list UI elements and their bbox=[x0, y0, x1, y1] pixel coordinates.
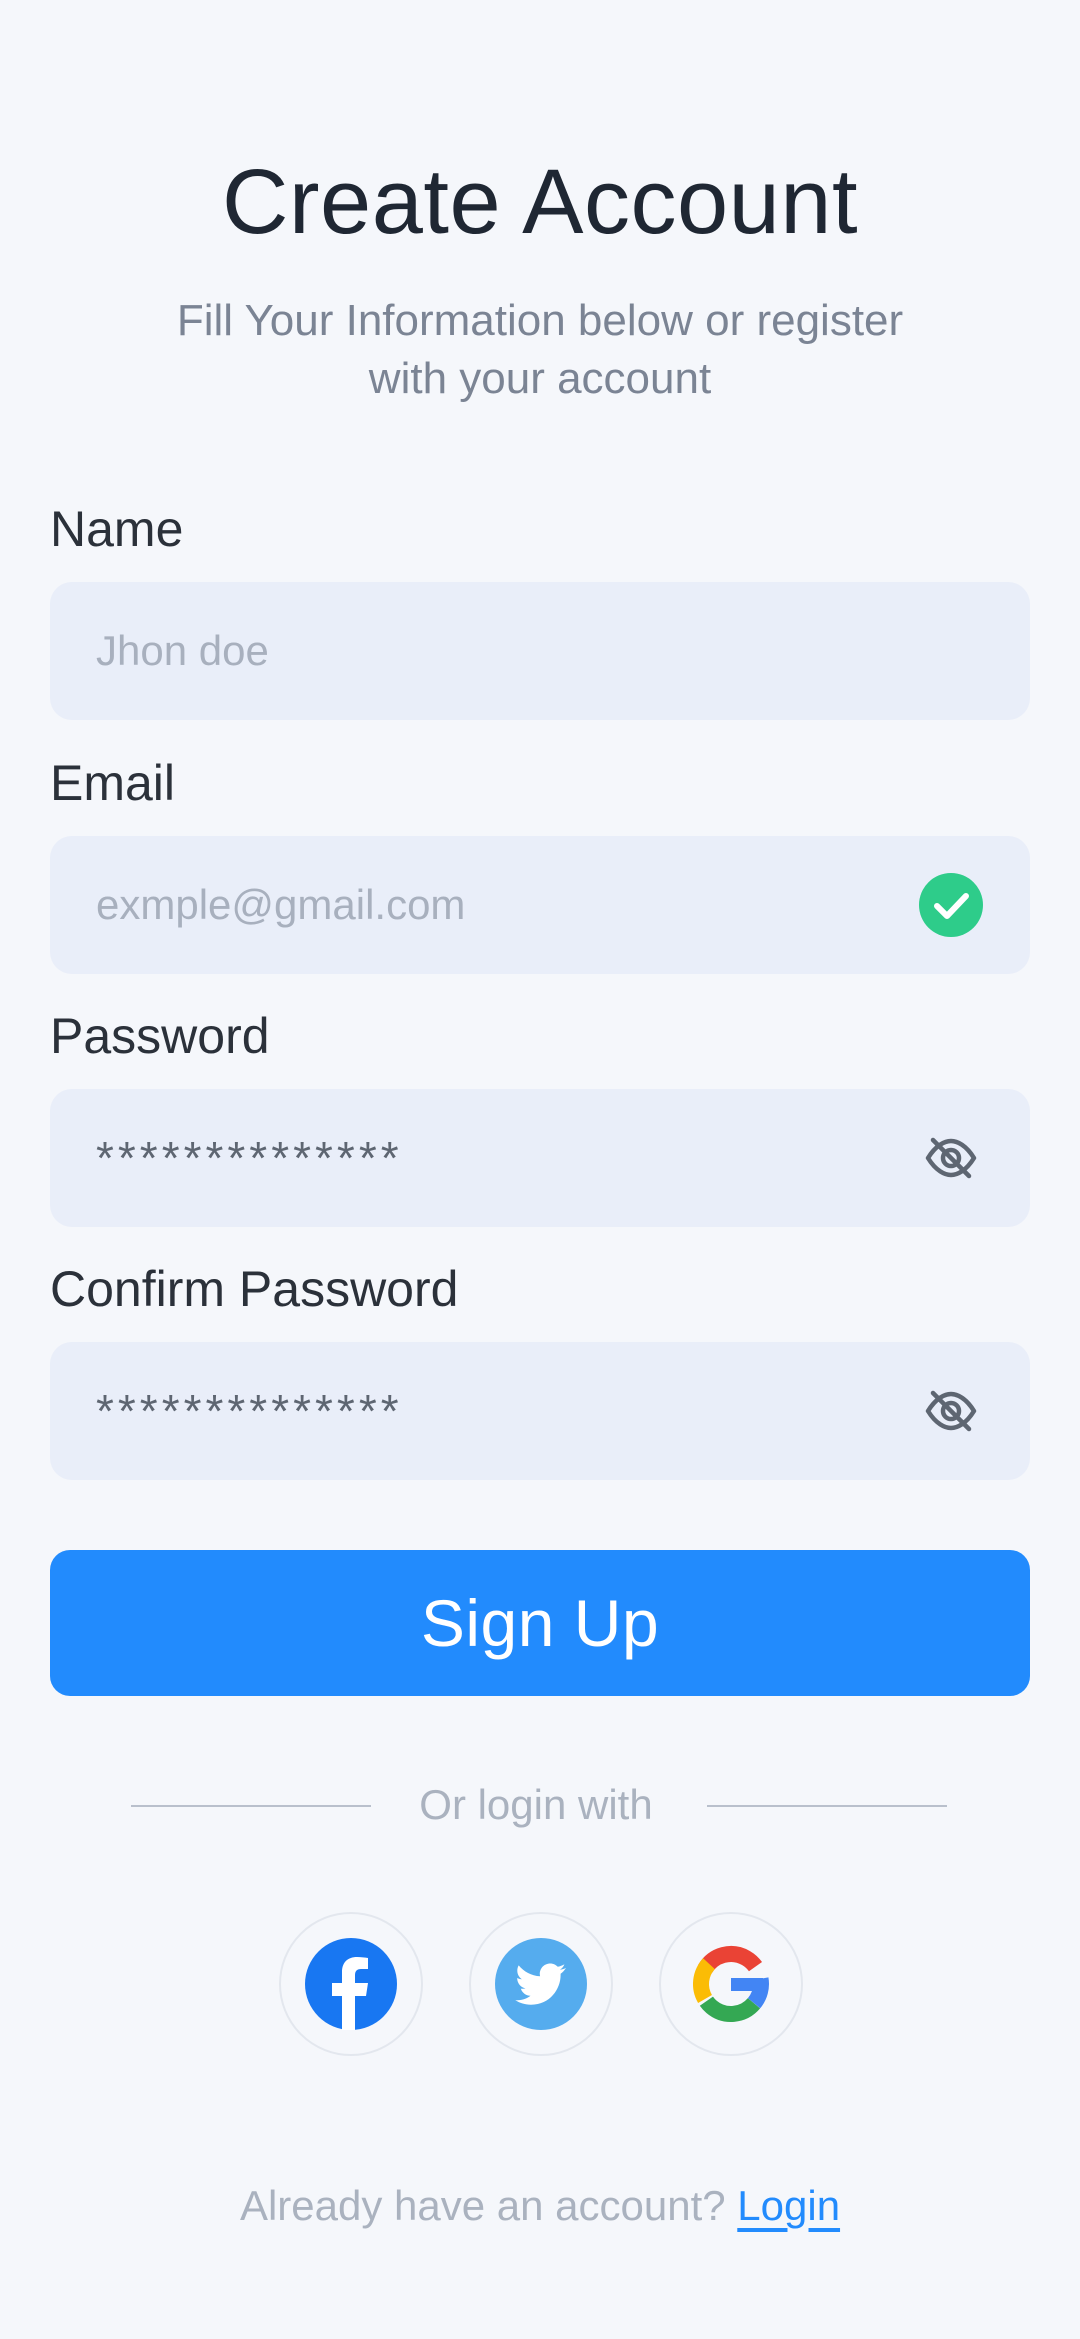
password-value: ************** bbox=[96, 1132, 403, 1184]
page-subtitle: Fill Your Information below or register … bbox=[176, 296, 904, 403]
email-label: Email bbox=[50, 755, 176, 811]
confirm-password-value: ************** bbox=[96, 1385, 403, 1437]
confirm-password-field[interactable]: ************** bbox=[50, 1342, 1030, 1480]
twitter-login-button[interactable] bbox=[469, 1912, 613, 2056]
eye-off-icon[interactable] bbox=[918, 1125, 984, 1191]
footer: Already have an account? Login bbox=[0, 2182, 1080, 2230]
create-account-screen: Create Account Fill Your Information bel… bbox=[0, 0, 1080, 2339]
password-field[interactable]: ************** bbox=[50, 1089, 1030, 1227]
name-label: Name bbox=[50, 501, 184, 557]
password-label: Password bbox=[50, 1008, 270, 1064]
google-icon bbox=[693, 1946, 769, 2022]
check-circle-icon bbox=[918, 872, 984, 938]
already-have-account-text: Already have an account? bbox=[239, 2182, 726, 2229]
facebook-login-button[interactable] bbox=[279, 1912, 423, 2056]
name-field[interactable]: Jhon doe bbox=[50, 582, 1030, 720]
divider-line-right bbox=[707, 1805, 947, 1807]
twitter-icon bbox=[495, 1938, 587, 2030]
email-placeholder: exmple@gmail.com bbox=[96, 881, 466, 928]
login-link[interactable]: Login bbox=[737, 2182, 840, 2229]
facebook-icon bbox=[305, 1938, 397, 2030]
google-login-button[interactable] bbox=[659, 1912, 803, 2056]
email-field[interactable]: exmple@gmail.com bbox=[50, 836, 1030, 974]
sign-up-label: Sign Up bbox=[420, 1586, 660, 1660]
eye-off-icon[interactable] bbox=[918, 1378, 984, 1444]
sign-up-button[interactable]: Sign Up bbox=[50, 1550, 1030, 1696]
confirm-password-label: Confirm Password bbox=[50, 1261, 459, 1317]
name-placeholder: Jhon doe bbox=[96, 627, 269, 674]
page-title: Create Account bbox=[221, 151, 859, 253]
